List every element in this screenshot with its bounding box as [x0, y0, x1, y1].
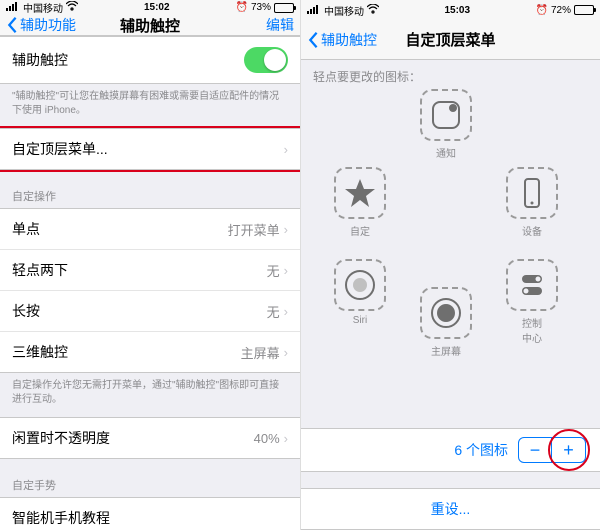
- idle-opacity-row[interactable]: 闲置时不透明度 40% ›: [0, 417, 300, 459]
- carrier-label: 中国移动: [324, 3, 364, 18]
- toggle-footer-text: "辅助触控"可让您在触摸屏幕有困难或需要自适应配件的情况下使用 iPhone。: [0, 84, 300, 128]
- tutorial-label: 智能机手机教程: [12, 508, 110, 528]
- action-label: 轻点两下: [12, 260, 68, 280]
- status-bar: 中国移动 15:03 ⏰ 72%: [301, 0, 600, 20]
- back-label: 辅助功能: [20, 15, 76, 35]
- icon-grid: 通知 自定 设备 Siri 主屏幕 控制 中心: [301, 89, 600, 428]
- icon-control-center[interactable]: 控制 中心: [497, 259, 567, 345]
- customize-top-menu-row[interactable]: 自定顶层菜单... ›: [0, 128, 300, 170]
- screen-customize-top-menu: 中国移动 15:03 ⏰ 72% 辅助触控 自定顶层菜单 轻点要更改的图标：: [300, 0, 600, 530]
- icon-label: 自定: [350, 223, 370, 238]
- status-bar: 中国移动 15:02 ⏰ 73%: [0, 0, 300, 15]
- toggle-switch-on[interactable]: [244, 47, 288, 73]
- hint-label: 轻点要更改的图标：: [301, 60, 600, 89]
- icon-label: 通知: [436, 145, 456, 160]
- assistive-touch-toggle-row[interactable]: 辅助触控: [0, 36, 300, 84]
- chevron-right-icon: ›: [284, 345, 288, 360]
- chevron-right-icon: ›: [284, 431, 288, 446]
- action-value: 无: [267, 261, 280, 280]
- carrier-label: 中国移动: [23, 0, 63, 15]
- icon-label: 设备: [522, 223, 542, 238]
- tutorial-row[interactable]: 智能机手机教程: [0, 497, 300, 530]
- battery-pct: 72%: [551, 5, 571, 16]
- icon-count-row: 6 个图标 − +: [301, 428, 600, 472]
- icon-siri[interactable]: Siri: [325, 259, 395, 326]
- battery-pct: 73%: [251, 2, 271, 13]
- back-label: 辅助触控: [321, 30, 377, 50]
- actions-footer-text: 自定操作允许您无需打开菜单，通过"辅助触控"图标即可直接进行互动。: [0, 373, 300, 417]
- customize-top-menu-label: 自定顶层菜单...: [12, 139, 108, 159]
- signal-icon: [6, 1, 20, 14]
- icon-notification[interactable]: 通知: [411, 89, 481, 160]
- battery-icon: [274, 3, 294, 13]
- action-long-press[interactable]: 长按 无 ›: [0, 291, 300, 332]
- battery-icon: [574, 5, 594, 15]
- reset-button[interactable]: 重设...: [301, 488, 600, 530]
- idle-opacity-label: 闲置时不透明度: [12, 428, 110, 448]
- toggle-label: 辅助触控: [12, 50, 68, 70]
- action-double-tap[interactable]: 轻点两下 无 ›: [0, 250, 300, 291]
- icon-device[interactable]: 设备: [497, 167, 567, 238]
- signal-icon: [307, 4, 321, 17]
- nav-bar: 辅助功能 辅助触控 编辑: [0, 15, 300, 36]
- alarm-icon: ⏰: [536, 5, 548, 16]
- nav-title: 自定顶层菜单: [405, 29, 495, 50]
- nav-bar: 辅助触控 自定顶层菜单: [301, 20, 600, 60]
- icon-home[interactable]: 主屏幕: [411, 287, 481, 358]
- icon-count-stepper: − +: [518, 437, 586, 463]
- wifi-icon: [66, 1, 78, 14]
- icon-label: Siri: [353, 315, 367, 326]
- action-value: 主屏幕: [241, 343, 280, 362]
- icon-count-label: 6 个图标: [454, 440, 508, 460]
- nav-title: 辅助触控: [120, 15, 180, 36]
- icon-label: 控制 中心: [522, 315, 542, 345]
- clock-label: 15:02: [144, 2, 170, 13]
- screen-assistive-touch-settings: 中国移动 15:02 ⏰ 73% 辅助功能 辅助触控 编辑 辅助触控: [0, 0, 300, 530]
- back-button[interactable]: 辅助功能: [6, 15, 76, 35]
- back-button[interactable]: 辅助触控: [307, 30, 377, 50]
- chevron-right-icon: ›: [284, 222, 288, 237]
- chevron-right-icon: ›: [284, 304, 288, 319]
- edit-button[interactable]: 编辑: [266, 15, 294, 35]
- icon-label: 主屏幕: [431, 343, 461, 358]
- plus-button[interactable]: +: [552, 437, 586, 463]
- action-label: 单点: [12, 219, 40, 239]
- alarm-icon: ⏰: [236, 2, 248, 13]
- clock-label: 15:03: [444, 5, 470, 16]
- chevron-right-icon: ›: [284, 263, 288, 278]
- action-3d-touch[interactable]: 三维触控 主屏幕 ›: [0, 332, 300, 373]
- action-label: 长按: [12, 301, 40, 321]
- idle-opacity-value: 40%: [254, 431, 280, 446]
- chevron-right-icon: ›: [284, 142, 288, 157]
- custom-actions-header: 自定操作: [0, 184, 300, 208]
- action-label: 三维触控: [12, 342, 68, 362]
- action-value: 打开菜单: [228, 220, 280, 239]
- minus-button[interactable]: −: [518, 437, 552, 463]
- wifi-icon: [367, 4, 379, 17]
- custom-gestures-header: 自定手势: [0, 473, 300, 497]
- action-value: 无: [267, 302, 280, 321]
- action-single-tap[interactable]: 单点 打开菜单 ›: [0, 208, 300, 250]
- icon-custom[interactable]: 自定: [325, 167, 395, 238]
- custom-actions-group: 单点 打开菜单 › 轻点两下 无 › 长按 无 › 三维触控 主屏幕 ›: [0, 208, 300, 373]
